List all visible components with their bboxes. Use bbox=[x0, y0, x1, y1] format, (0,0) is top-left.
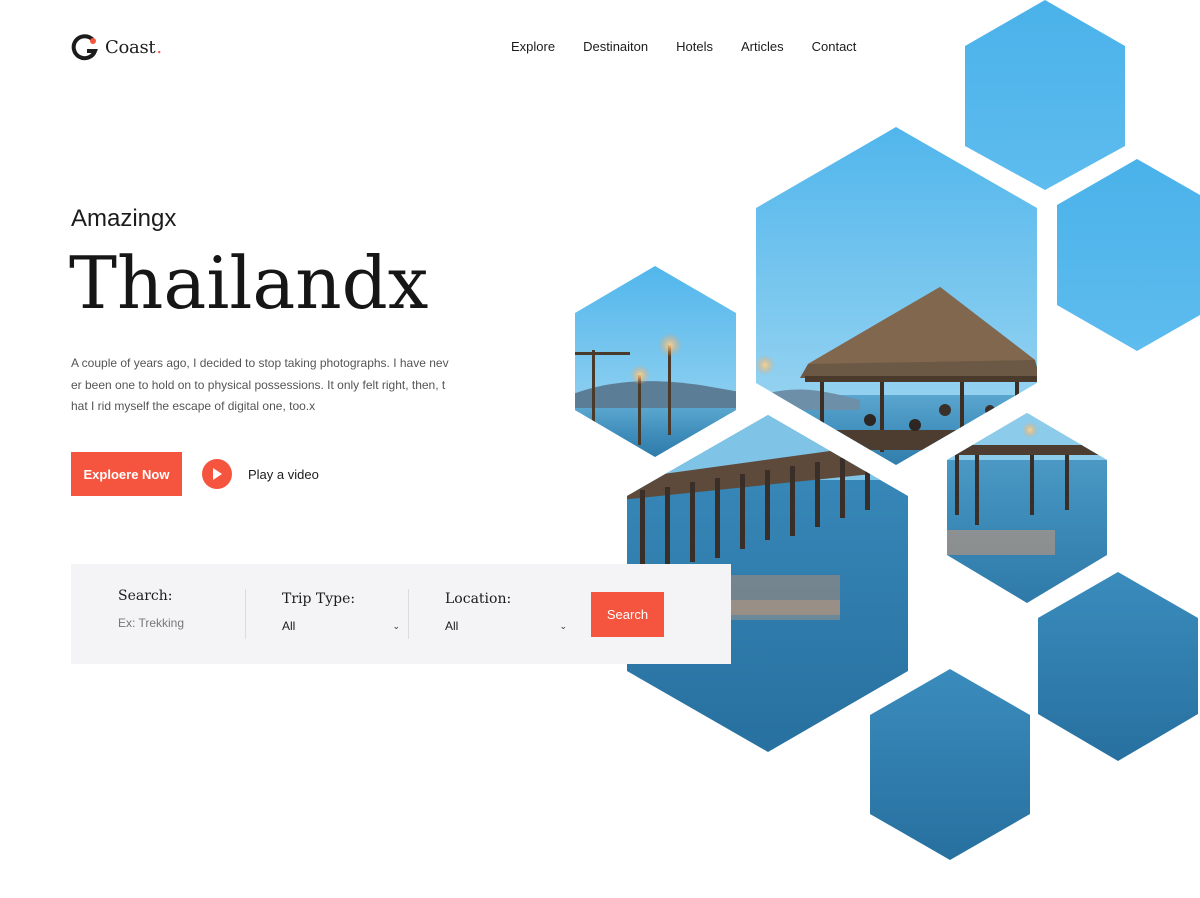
search-input[interactable] bbox=[118, 616, 238, 630]
location-group: Location: All ⌄ bbox=[445, 591, 567, 633]
trip-type-group: Trip Type: All ⌄ bbox=[282, 591, 400, 633]
search-button[interactable]: Search bbox=[591, 592, 664, 637]
hex-tile-torches bbox=[575, 266, 736, 457]
hex-tile-sky-right bbox=[1057, 159, 1200, 351]
hero-hexagon-collage bbox=[575, 0, 1200, 860]
chevron-down-icon: ⌄ bbox=[559, 620, 567, 631]
divider bbox=[245, 589, 246, 639]
hex-tile-sky-top bbox=[965, 0, 1125, 190]
location-value: All bbox=[445, 619, 459, 633]
trip-type-value: All bbox=[282, 619, 296, 633]
trip-type-label: Trip Type: bbox=[282, 591, 356, 607]
hex-tile-sea-right bbox=[1038, 572, 1198, 761]
search-field-group: Search: bbox=[118, 588, 238, 632]
location-select[interactable]: All ⌄ bbox=[445, 619, 567, 633]
hex-tile-hut bbox=[756, 127, 1037, 465]
divider bbox=[408, 589, 409, 639]
search-bar: Search: Trip Type: All ⌄ Location: All ⌄… bbox=[71, 564, 731, 664]
hex-tile-sea-bottom bbox=[870, 669, 1030, 860]
trip-type-select[interactable]: All ⌄ bbox=[282, 619, 400, 633]
chevron-down-icon: ⌄ bbox=[392, 620, 400, 631]
hex-tile-restaurant bbox=[947, 413, 1107, 603]
search-label: Search: bbox=[118, 588, 173, 604]
location-label: Location: bbox=[445, 591, 512, 607]
